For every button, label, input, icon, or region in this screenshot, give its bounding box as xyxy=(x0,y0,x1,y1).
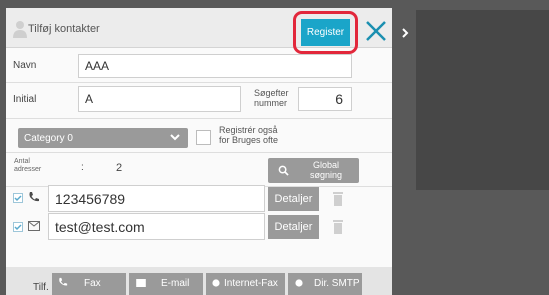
tab-internet-fax-label: Internet-Fax xyxy=(224,278,278,289)
tab-fax-label: Fax xyxy=(84,278,101,289)
email-icon xyxy=(28,221,40,231)
trash-icon[interactable] xyxy=(331,219,345,235)
name-label: Navn xyxy=(13,60,37,71)
header-bar: Tilføj kontakter Register xyxy=(6,8,392,54)
add-contact-panel: Tilføj kontakter Register Navn AAA Initi… xyxy=(6,8,392,295)
initial-field[interactable]: A xyxy=(78,86,241,112)
search-icon xyxy=(278,165,289,176)
tab-email[interactable]: E-mail xyxy=(129,273,203,295)
name-field[interactable]: AAA xyxy=(78,54,352,78)
chevron-down-icon xyxy=(170,134,180,141)
address-count-value: 2 xyxy=(116,162,123,174)
address-count-label-2: adresser xyxy=(14,166,42,173)
global-search-line-1: Global xyxy=(312,160,339,170)
search-number-label-1: Søgefter xyxy=(254,88,289,98)
phone-icon xyxy=(29,192,39,202)
tab-dir-smtp-label: Dir. SMTP xyxy=(314,278,360,289)
divider xyxy=(6,152,392,153)
checkmark-icon[interactable] xyxy=(13,222,23,232)
divider xyxy=(6,82,392,83)
register-also-checkbox[interactable] xyxy=(196,130,211,145)
tab-email-label: E-mail xyxy=(161,278,190,289)
search-number-label-2: nummer xyxy=(254,98,288,108)
preview-area xyxy=(416,10,549,190)
register-button[interactable]: Register xyxy=(301,19,350,46)
category-select[interactable]: Category 0 xyxy=(18,128,188,148)
email-icon xyxy=(136,279,146,287)
tilf-label: Tilf. xyxy=(33,282,49,293)
global-search-button[interactable]: Global søgning xyxy=(268,158,359,183)
phone-number-field[interactable]: 123456789 xyxy=(48,185,265,212)
register-also-label-2: for Bruges ofte xyxy=(219,135,279,145)
address-count-separator: : xyxy=(81,162,84,173)
category-value: Category 0 xyxy=(24,132,73,144)
global-search-label: Global søgning xyxy=(296,160,356,180)
globe-icon xyxy=(295,279,303,287)
trash-icon[interactable] xyxy=(331,191,345,207)
page-title: Tilføj kontakter xyxy=(28,23,100,35)
tab-internet-fax[interactable]: Internet-Fax xyxy=(206,273,285,295)
close-icon[interactable] xyxy=(363,18,389,44)
email-detail-button[interactable]: Detaljer xyxy=(268,215,319,239)
search-number-field[interactable]: 6 xyxy=(298,87,352,111)
global-search-line-2: søgning xyxy=(309,170,343,180)
person-icon xyxy=(13,21,27,38)
phone-icon xyxy=(59,277,68,286)
initial-label: Initial xyxy=(13,94,37,105)
globe-icon xyxy=(212,279,220,287)
chevron-right-icon[interactable] xyxy=(394,22,416,44)
tab-dir-smtp[interactable]: Dir. SMTP xyxy=(288,273,362,295)
email-field[interactable]: test@test.com xyxy=(48,213,265,240)
checkmark-icon[interactable] xyxy=(13,193,23,203)
tab-fax[interactable]: Fax xyxy=(52,273,126,295)
register-also-label-1: Registrér også xyxy=(219,125,278,135)
phone-detail-button[interactable]: Detaljer xyxy=(268,187,319,211)
divider xyxy=(6,118,392,119)
